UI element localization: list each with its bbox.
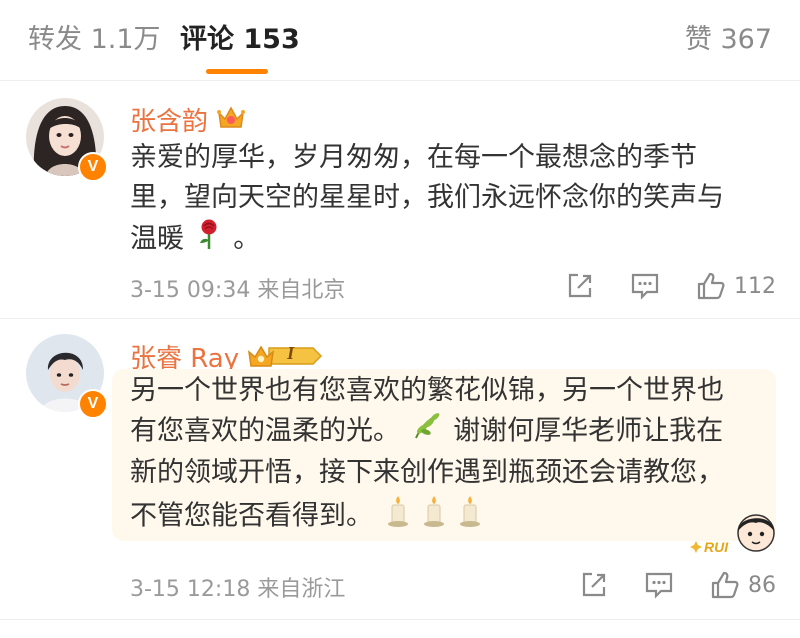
comment-item: V 张睿 Ray I 另一个世界也有您喜欢的繁花似锦，另一个世界也有您喜欢的温柔…	[0, 319, 800, 620]
tab-likes[interactable]: 赞 367	[685, 22, 772, 58]
thumbs-up-icon	[711, 571, 739, 599]
verified-badge-icon: V	[78, 152, 108, 182]
level-badge: I	[287, 343, 295, 363]
comment-text: 另一个世界也有您喜欢的繁花似锦，另一个世界也有您喜欢的温柔的光。 谢谢何厚华老师…	[130, 371, 750, 541]
like-button[interactable]: 112	[696, 271, 776, 301]
comment-actions: 86	[580, 565, 776, 605]
crown-level-icon: I	[247, 342, 323, 370]
comment-item: V 张含韵 亲爱的厚华，岁月匆匆，在每一个最想念的季节里，望向天空的星星时，我们…	[0, 80, 800, 319]
reply-button[interactable]	[630, 272, 660, 300]
crown-icon	[216, 103, 246, 135]
like-button[interactable]: 86	[710, 570, 776, 600]
comment-icon	[645, 572, 673, 599]
username[interactable]: 张含韵	[130, 101, 208, 138]
comment-text-part: 。	[233, 223, 261, 255]
verified-badge-icon: V	[78, 389, 108, 419]
sticker-decoration: RUI	[690, 507, 780, 563]
comment-text: 亲爱的厚华，岁月匆匆，在每一个最想念的季节里，望向天空的星星时，我们永远怀念你的…	[130, 138, 750, 262]
tab-comments[interactable]: 评论 153	[180, 22, 300, 58]
share-button[interactable]	[566, 272, 594, 300]
comment-actions: 112	[566, 266, 776, 306]
tab-reposts[interactable]: 转发 1.1万	[28, 22, 161, 58]
comment-meta: 3-15 09:34 来自北京	[130, 278, 346, 303]
share-icon	[568, 273, 592, 298]
candle-icon	[385, 493, 485, 541]
active-tab-indicator	[206, 69, 268, 74]
comment-tabs: 转发 1.1万 评论 153 赞 367	[0, 0, 800, 81]
sticker-label: RUI	[704, 539, 729, 555]
like-count: 112	[734, 273, 776, 299]
leaf-icon	[412, 411, 442, 453]
share-button[interactable]	[580, 571, 608, 599]
reply-button[interactable]	[644, 571, 674, 599]
like-count: 86	[748, 572, 776, 598]
comment-meta: 3-15 12:18 来自浙江	[130, 577, 346, 602]
thumbs-up-icon	[697, 272, 725, 300]
rose-icon	[196, 218, 222, 262]
share-icon	[582, 572, 606, 597]
comment-icon	[631, 273, 659, 300]
